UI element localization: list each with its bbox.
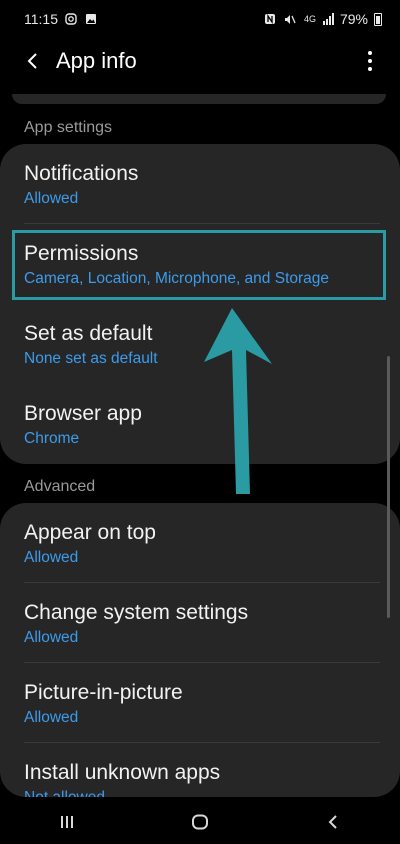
home-button[interactable] xyxy=(180,802,220,842)
page-title: App info xyxy=(56,48,137,73)
recent-apps-button[interactable] xyxy=(47,802,87,842)
previous-card-edge xyxy=(12,94,386,104)
setting-subtitle: Not allowed xyxy=(24,788,376,797)
more-dot-icon xyxy=(368,59,372,63)
setting-title: Permissions xyxy=(24,242,139,265)
nfc-icon xyxy=(263,12,277,26)
advanced-card: Appear on top Allowed Change system sett… xyxy=(0,503,400,797)
more-dot-icon xyxy=(368,51,372,55)
setting-change-system-settings[interactable]: Change system settings Allowed xyxy=(0,583,400,663)
battery-icon xyxy=(374,12,382,26)
setting-appear-on-top[interactable]: Appear on top Allowed xyxy=(0,503,400,583)
setting-notifications[interactable]: Notifications Allowed xyxy=(0,144,400,224)
setting-subtitle: Camera, Location, Microphone, and Storag… xyxy=(24,270,330,287)
status-right: 4G 79% xyxy=(263,11,382,27)
setting-title: Picture-in-picture xyxy=(24,681,183,704)
setting-title: Notifications xyxy=(24,162,139,185)
more-dot-icon xyxy=(368,67,372,71)
annotation-arrow-icon xyxy=(204,308,272,494)
more-options-button[interactable] xyxy=(358,46,382,76)
instagram-icon xyxy=(64,12,78,26)
back-arrow-icon xyxy=(27,53,37,69)
status-bar: 11:15 4G 79% xyxy=(0,0,400,38)
setting-title: Appear on top xyxy=(24,521,156,544)
section-label-advanced: Advanced xyxy=(24,478,96,495)
battery-percent: 79% xyxy=(339,11,368,27)
scrollbar[interactable] xyxy=(387,356,390,618)
setting-title: Change system settings xyxy=(24,601,249,624)
app-bar: App info xyxy=(0,38,400,84)
setting-picture-in-picture[interactable]: Picture-in-picture Allowed xyxy=(0,663,400,743)
status-left: 11:15 xyxy=(24,11,98,27)
setting-subtitle: Allowed xyxy=(24,629,79,646)
back-nav-button[interactable] xyxy=(313,802,353,842)
back-nav-icon xyxy=(328,815,338,829)
mute-icon xyxy=(283,12,297,26)
setting-permissions[interactable]: Permissions Camera, Location, Microphone… xyxy=(0,224,400,304)
status-time: 11:15 xyxy=(24,11,58,27)
home-icon xyxy=(191,814,208,830)
image-icon xyxy=(84,12,98,26)
setting-subtitle: Allowed xyxy=(24,190,79,207)
setting-title: Install unknown apps xyxy=(24,761,221,784)
section-label-app-settings: App settings xyxy=(24,119,113,136)
back-button[interactable] xyxy=(10,38,56,84)
setting-subtitle: Allowed xyxy=(24,549,79,566)
signal-icon xyxy=(322,13,334,25)
recent-apps-icon xyxy=(60,816,73,828)
setting-subtitle: Allowed xyxy=(24,709,79,726)
setting-install-unknown-apps[interactable]: Install unknown apps Not allowed xyxy=(0,743,400,797)
navigation-bar xyxy=(0,800,400,844)
4g-icon: 4G xyxy=(303,14,316,24)
